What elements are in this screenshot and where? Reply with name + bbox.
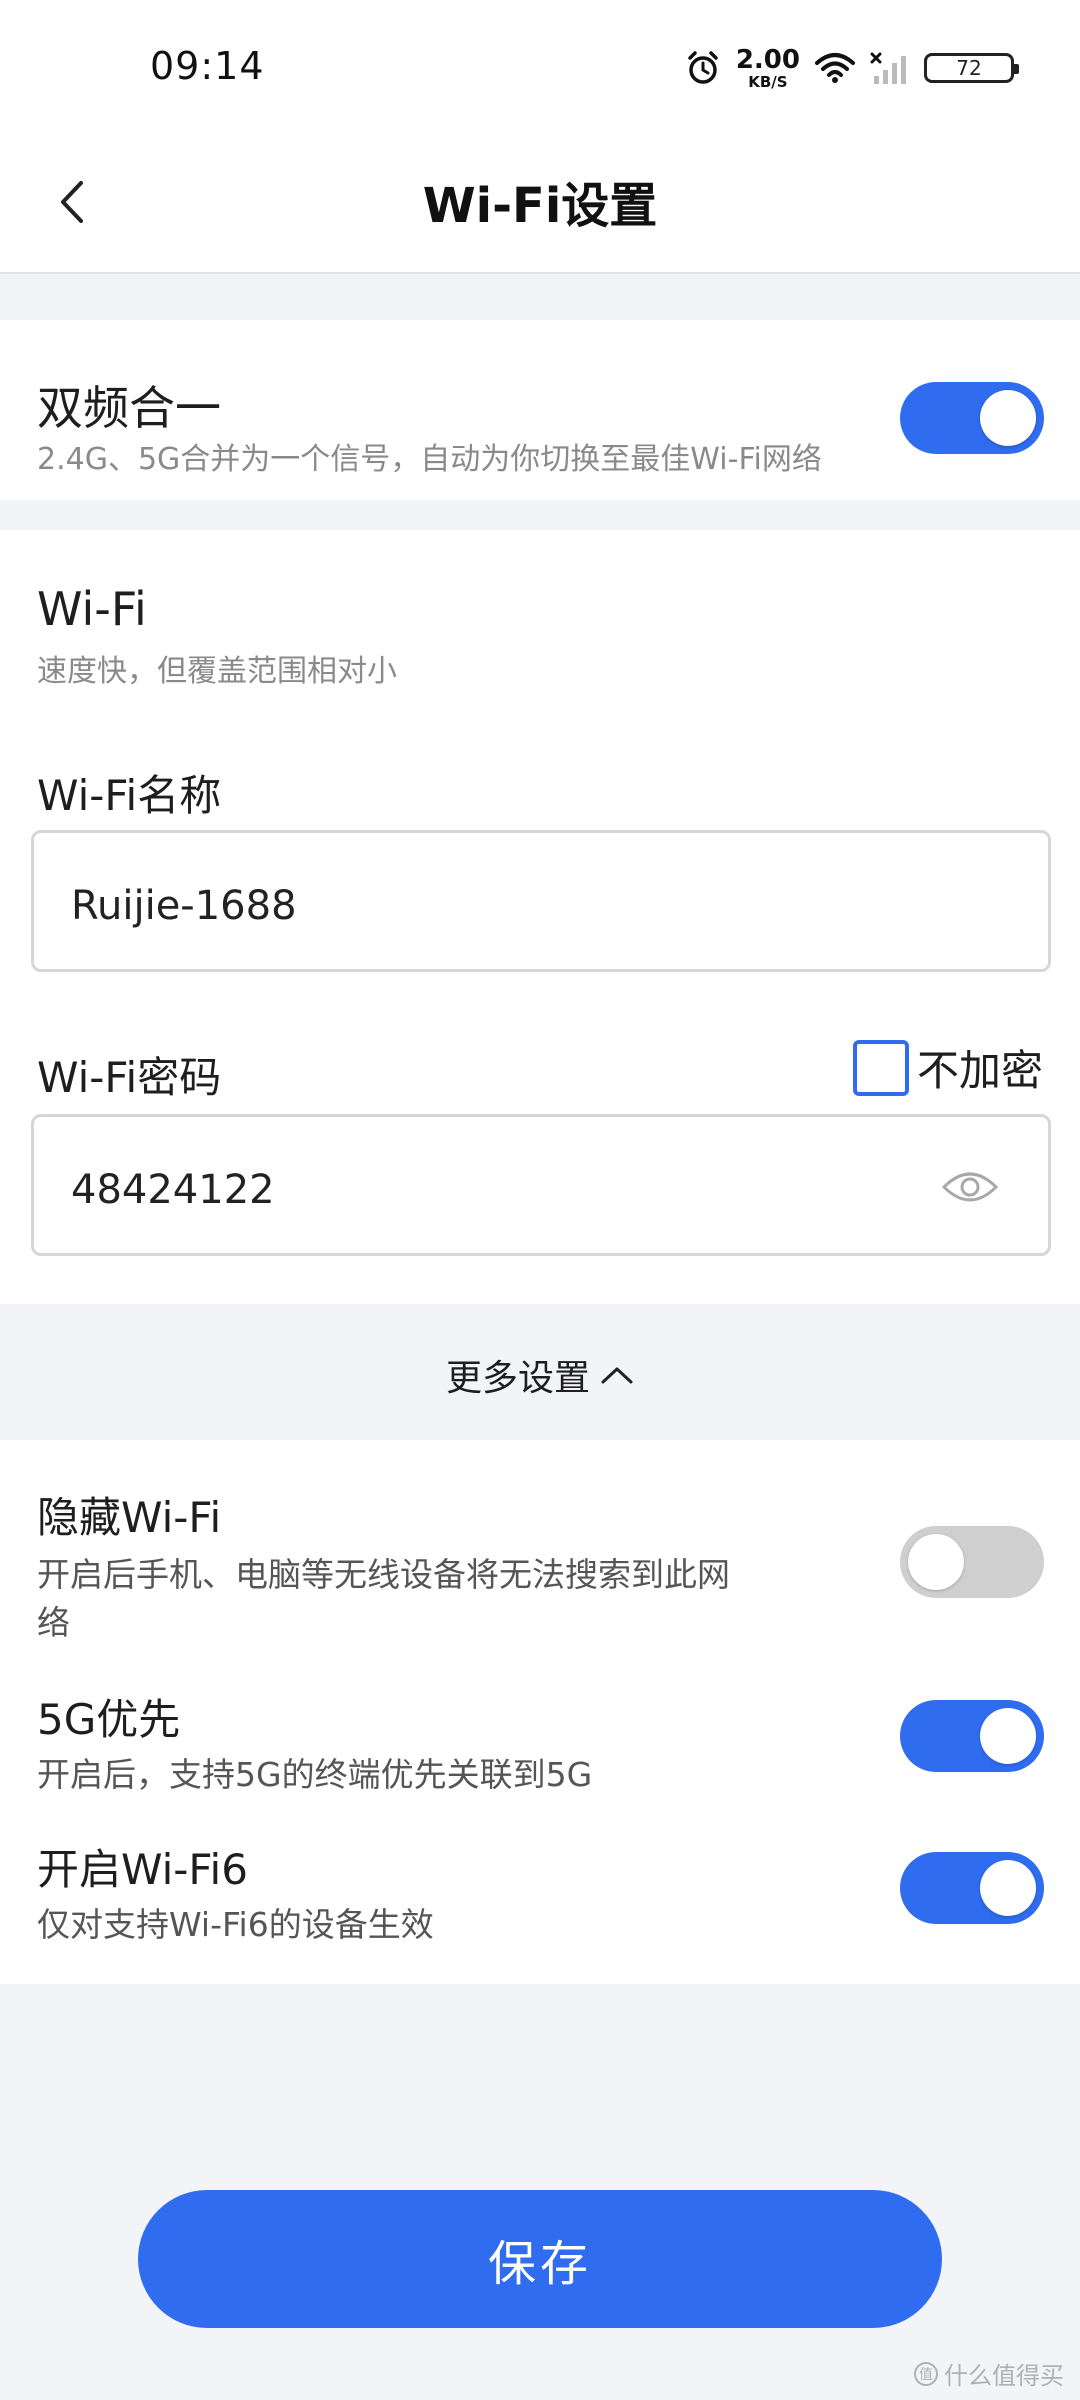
header: Wi-Fi设置 [0, 130, 1080, 274]
more-settings-label: 更多设置 [445, 1358, 590, 1399]
advanced-section: 隐藏Wi-Fi 开启后手机、电脑等无线设备将无法搜索到此网 络 5G优先 开启后… [0, 1440, 1080, 1984]
eye-icon[interactable] [940, 1167, 1000, 1207]
battery-level: 72 [956, 56, 982, 80]
watermark-logo-icon: 值 [914, 2361, 938, 2386]
hide-wifi-title: 隐藏Wi-Fi [37, 1493, 222, 1542]
wifi6-title: 开启Wi-Fi6 [37, 1845, 248, 1894]
status-bar: 09:14 2.00 KB/S 72 [0, 0, 1080, 130]
more-settings-button[interactable]: 更多设置 [0, 1310, 1080, 1440]
wifi-settings-screen: 09:14 2.00 KB/S 72 Wi-Fi设置 双频合一 2.4G、5G合… [0, 0, 1080, 2400]
toggle-knob [908, 1534, 964, 1590]
wifi6-subtitle: 仅对支持Wi-Fi6的设备生效 [37, 1905, 434, 1944]
wifi-password-label: Wi-Fi密码 [37, 1053, 222, 1102]
dual-band-subtitle: 2.4G、5G合并为一个信号，自动为你切换至最佳Wi-Fi网络 [37, 442, 822, 477]
hide-wifi-subtitle-line2: 络 [37, 1603, 70, 1642]
wifi-name-value: Ruijie-1688 [71, 883, 297, 929]
no-encrypt-option[interactable]: 不加密 [852, 1037, 1043, 1098]
prefer-5g-subtitle: 开启后，支持5G的终端优先关联到5G [37, 1755, 593, 1794]
page-title: Wi-Fi设置 [422, 178, 658, 234]
wifi-title: Wi-Fi [37, 582, 147, 636]
network-speed-value: 2.00 [735, 44, 800, 75]
toggle-knob [980, 1860, 1036, 1916]
dual-band-toggle[interactable] [900, 382, 1044, 454]
watermark-text: 什么值得买 [944, 2362, 1064, 2390]
prefer-5g-toggle[interactable] [900, 1700, 1044, 1772]
status-icons: 2.00 KB/S 72 [684, 44, 1019, 92]
dual-band-section: 双频合一 2.4G、5G合并为一个信号，自动为你切换至最佳Wi-Fi网络 [0, 320, 1080, 500]
no-encrypt-label: 不加密 [916, 1046, 1043, 1095]
prefer-5g-title: 5G优先 [37, 1695, 181, 1744]
toggle-knob [980, 390, 1036, 446]
hide-wifi-toggle[interactable] [900, 1526, 1044, 1598]
hide-wifi-subtitle-line1: 开启后手机、电脑等无线设备将无法搜索到此网 [37, 1555, 730, 1594]
wifi-name-input[interactable]: Ruijie-1688 [31, 830, 1051, 972]
wifi-password-input[interactable]: 48424122 [31, 1114, 1051, 1256]
watermark: 值 什么值得买 [914, 2356, 1064, 2391]
status-time: 09:14 [150, 44, 265, 88]
no-encrypt-checkbox[interactable] [852, 1039, 909, 1096]
wifi-icon [815, 53, 855, 83]
network-speed-unit: KB/S [748, 72, 788, 91]
wifi6-toggle[interactable] [900, 1852, 1044, 1924]
alarm-icon [688, 51, 718, 84]
chevron-up-icon [601, 1367, 633, 1384]
toggle-knob [980, 1708, 1036, 1764]
wifi-section: Wi-Fi 速度快，但覆盖范围相对小 Wi-Fi名称 Ruijie-1688 W… [0, 530, 1080, 1304]
cell-signal-icon [870, 52, 906, 84]
wifi-password-value: 48424122 [71, 1167, 275, 1213]
network-speed: 2.00 KB/S [736, 47, 800, 90]
save-button[interactable]: 保存 [138, 2190, 942, 2328]
dual-band-title: 双频合一 [37, 381, 221, 435]
wifi-name-label: Wi-Fi名称 [37, 771, 222, 820]
wifi-subtitle: 速度快，但覆盖范围相对小 [37, 654, 397, 689]
battery-icon: 72 [924, 53, 1019, 83]
